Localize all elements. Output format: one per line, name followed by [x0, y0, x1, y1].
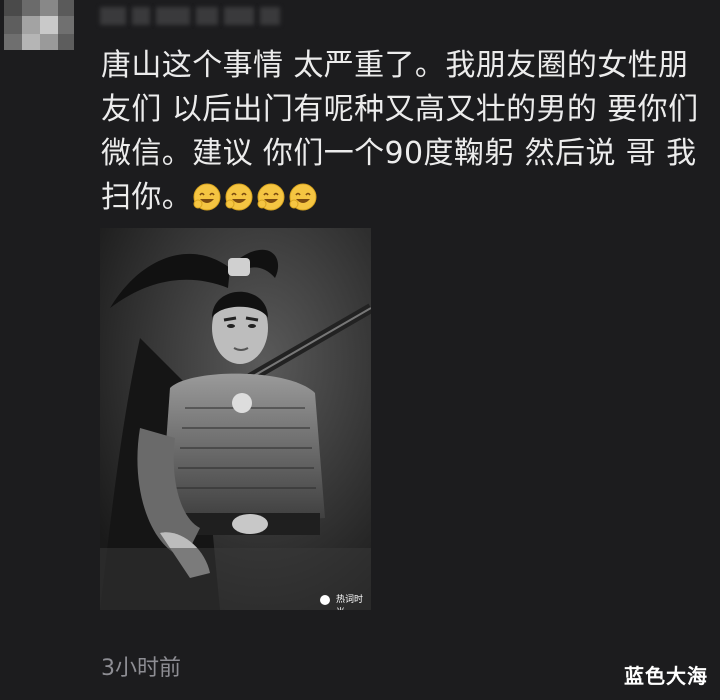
photo-caption: 热词时尚 — [336, 595, 364, 610]
laughing-face-icon — [225, 183, 253, 210]
username-blurred[interactable] — [100, 4, 300, 28]
post-text: 唐山这个事情 太严重了。我朋友圈的女性朋友们 以后出门有呢种又高又壮的男的 要你… — [101, 44, 713, 221]
post-body: 唐山这个事情 太严重了。我朋友圈的女性朋友们 以后出门有呢种又高又壮的男的 要你… — [101, 48, 699, 215]
avatar[interactable] — [4, 0, 74, 50]
watermark-text: 蓝色大海 — [624, 664, 708, 688]
moments-screen: 唐山这个事情 太严重了。我朋友圈的女性朋友们 以后出门有呢种又高又壮的男的 要你… — [0, 0, 720, 700]
laughing-face-icon — [257, 183, 285, 210]
post-timestamp: 3小时前 — [101, 656, 181, 681]
laughing-face-icon — [289, 183, 317, 210]
laughing-face-icon — [193, 183, 221, 210]
post-photo[interactable]: 热词时尚 — [100, 228, 371, 610]
emoji-row — [192, 177, 320, 221]
